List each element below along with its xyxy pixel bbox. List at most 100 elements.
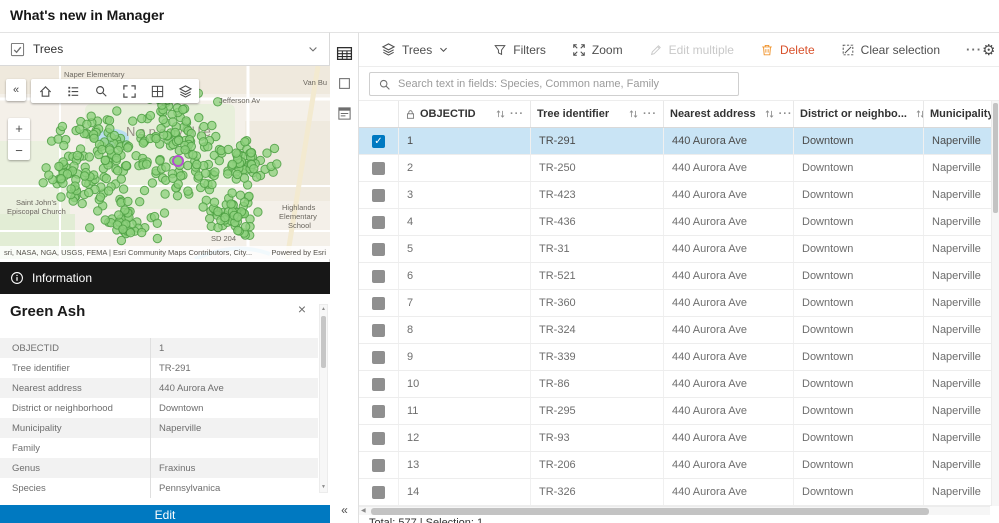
table-search-box[interactable] xyxy=(369,72,739,96)
scrollbar-thumb[interactable] xyxy=(371,508,929,515)
header-municipality[interactable]: Municipality xyxy=(924,101,999,127)
filters-button[interactable]: Filters xyxy=(493,43,546,57)
search-icon xyxy=(379,79,390,90)
vertical-scrollbar[interactable] xyxy=(991,101,999,506)
table-cell: Downtown xyxy=(794,182,924,208)
row-checkbox[interactable] xyxy=(372,323,385,337)
row-checkbox-cell: ✓ xyxy=(359,128,399,154)
gear-icon[interactable]: ⚙ xyxy=(982,41,999,59)
scroll-left-icon[interactable]: ◀ xyxy=(361,507,366,516)
table-row[interactable]: 14 TR-326 440 Aurora Ave Downtown Naperville xyxy=(359,479,999,506)
sort-icon[interactable] xyxy=(628,108,639,120)
table-row[interactable]: 2 TR-250 440 Aurora Ave Downtown Naperville xyxy=(359,155,999,182)
table-cell: 14 xyxy=(399,479,531,505)
row-checkbox[interactable] xyxy=(372,161,385,175)
attribute-label: Municipality xyxy=(12,422,62,434)
table-cell: 440 Aurora Ave xyxy=(664,479,794,505)
row-checkbox[interactable] xyxy=(372,485,385,499)
sort-icon[interactable] xyxy=(764,108,775,120)
table-search-input[interactable] xyxy=(398,78,730,90)
sort-icon[interactable] xyxy=(915,108,924,120)
header-objectid[interactable]: OBJECTID ··· xyxy=(399,101,531,127)
table-row[interactable]: 10 TR-86 440 Aurora Ave Downtown Naperville xyxy=(359,371,999,398)
zoom-out-button[interactable]: − xyxy=(8,139,30,160)
extent-button[interactable] xyxy=(115,79,143,103)
header-tree-identifier[interactable]: Tree identifier ··· xyxy=(531,101,664,127)
table-row[interactable]: 6 TR-521 440 Aurora Ave Downtown Naperville xyxy=(359,263,999,290)
row-checkbox[interactable] xyxy=(372,404,385,418)
collapse-table-button[interactable]: « xyxy=(330,503,359,517)
table-cell: Downtown xyxy=(794,209,924,235)
selected-tree-marker[interactable] xyxy=(172,155,184,167)
map-view[interactable]: Naperville Naper ElementaryVan BuJeffers… xyxy=(0,66,330,259)
scrollbar-thumb[interactable] xyxy=(321,316,326,368)
header-nearest-address[interactable]: Nearest address ··· xyxy=(664,101,794,127)
table-cell: TR-324 xyxy=(531,317,664,343)
column-menu-icon[interactable]: ··· xyxy=(510,108,524,120)
delete-button[interactable]: Delete xyxy=(760,43,815,57)
header-select-column[interactable] xyxy=(359,101,399,127)
table-cell: 11 xyxy=(399,398,531,424)
row-checkbox[interactable] xyxy=(372,215,385,229)
feature-panel-scrollbar[interactable]: ▲ ▼ xyxy=(319,304,328,493)
table-row[interactable]: 3 TR-423 440 Aurora Ave Downtown Naperville xyxy=(359,182,999,209)
row-checkbox[interactable]: ✓ xyxy=(372,134,385,148)
basemap-button[interactable] xyxy=(143,79,171,103)
table-row[interactable]: 12 TR-93 440 Aurora Ave Downtown Naperville xyxy=(359,425,999,452)
table-row[interactable]: 8 TR-324 440 Aurora Ave Downtown Naperville xyxy=(359,317,999,344)
table-view-button[interactable] xyxy=(330,38,359,68)
form-view-icon xyxy=(338,106,351,120)
scrollbar-thumb[interactable] xyxy=(993,103,998,213)
map-collapse-button[interactable]: « xyxy=(6,79,26,101)
row-checkbox[interactable] xyxy=(372,269,385,283)
row-checkbox[interactable] xyxy=(372,296,385,310)
column-label: Nearest address xyxy=(670,108,756,120)
layers-icon xyxy=(178,84,192,98)
zoom-in-button[interactable]: + xyxy=(8,118,30,139)
table-row[interactable]: ✓ 1 TR-291 440 Aurora Ave Downtown Naperville xyxy=(359,128,999,155)
table-cell: 12 xyxy=(399,425,531,451)
layer-selector[interactable]: Trees xyxy=(0,33,329,66)
information-panel-header[interactable]: Information xyxy=(0,262,330,294)
form-view-button[interactable] xyxy=(330,98,359,128)
legend-button[interactable] xyxy=(59,79,87,103)
attribute-row: Family xyxy=(0,438,318,458)
table-cell: TR-93 xyxy=(531,425,664,451)
map-search-button[interactable] xyxy=(87,79,115,103)
table-row[interactable]: 5 TR-31 440 Aurora Ave Downtown Naperville xyxy=(359,236,999,263)
zoom-to-selection-button[interactable]: Zoom xyxy=(572,43,623,57)
table-body: ✓ 1 TR-291 440 Aurora Ave Downtown Naperville… xyxy=(359,128,999,506)
row-checkbox[interactable] xyxy=(372,458,385,472)
table-cell: 440 Aurora Ave xyxy=(664,371,794,397)
scroll-down-icon[interactable]: ▼ xyxy=(320,483,327,492)
horizontal-scrollbar[interactable]: ◀ xyxy=(359,506,990,515)
row-checkbox-cell xyxy=(359,155,399,181)
view-strip: « xyxy=(330,32,359,523)
clear-selection-button[interactable]: Clear selection xyxy=(841,43,940,57)
table-cell: TR-206 xyxy=(531,452,664,478)
table-row[interactable]: 9 TR-339 440 Aurora Ave Downtown Naperville xyxy=(359,344,999,371)
row-checkbox[interactable] xyxy=(372,377,385,391)
header-district[interactable]: District or neighbo... ··· xyxy=(794,101,924,127)
more-options-button[interactable]: ··· xyxy=(966,42,982,57)
layer-list-button[interactable] xyxy=(171,79,199,103)
row-checkbox[interactable] xyxy=(372,242,385,256)
table-row[interactable]: 11 TR-295 440 Aurora Ave Downtown Naperville xyxy=(359,398,999,425)
table-row[interactable]: 13 TR-206 440 Aurora Ave Downtown Naperville xyxy=(359,452,999,479)
attribute-value: 440 Aurora Ave xyxy=(150,378,318,398)
home-button[interactable] xyxy=(31,79,59,103)
sort-icon[interactable] xyxy=(495,108,506,120)
column-menu-icon[interactable]: ··· xyxy=(779,108,793,120)
column-menu-icon[interactable]: ··· xyxy=(643,108,657,120)
row-checkbox[interactable] xyxy=(372,431,385,445)
row-checkbox[interactable] xyxy=(372,188,385,202)
table-layer-dropdown[interactable]: Trees xyxy=(381,42,449,57)
edit-button[interactable]: Edit xyxy=(0,505,330,523)
panel-view-button[interactable] xyxy=(330,68,359,98)
row-checkbox[interactable] xyxy=(372,350,385,364)
close-icon[interactable]: × xyxy=(298,301,306,317)
table-row[interactable]: 7 TR-360 440 Aurora Ave Downtown Naperville xyxy=(359,290,999,317)
clear-selection-label: Clear selection xyxy=(860,42,941,57)
scroll-up-icon[interactable]: ▲ xyxy=(320,305,327,314)
table-row[interactable]: 4 TR-436 440 Aurora Ave Downtown Naperville xyxy=(359,209,999,236)
